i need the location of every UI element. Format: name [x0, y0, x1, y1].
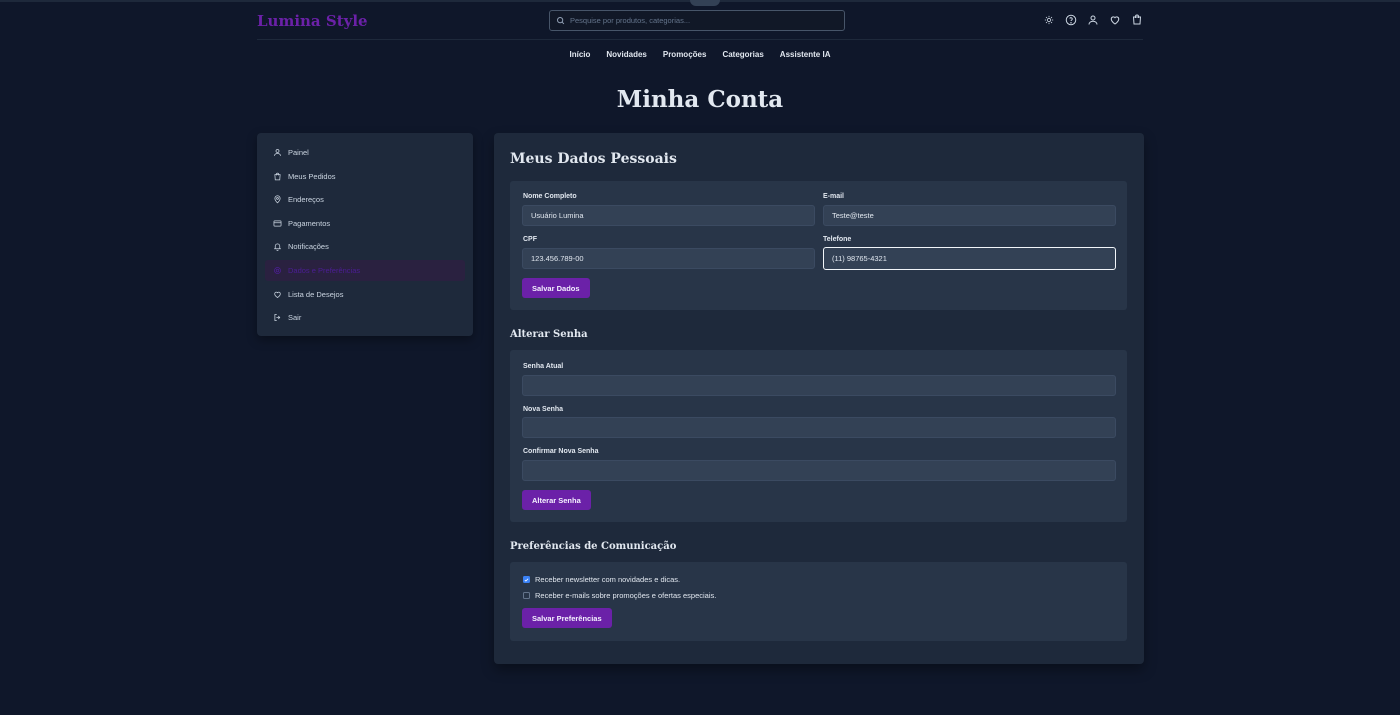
newsletter-option[interactable]: Receber newsletter com novidades e dicas… — [523, 575, 680, 584]
current-password-field[interactable] — [522, 375, 1116, 396]
header-actions — [1042, 13, 1143, 26]
change-password-card: Senha Atual Nova Senha Confirmar Nova Se… — [510, 350, 1127, 522]
preferences-title: Preferências de Comunicação — [510, 541, 677, 552]
account-sidebar: Painel Meus Pedidos Endereços Pagamentos… — [257, 133, 473, 336]
name-field[interactable] — [522, 205, 815, 226]
newsletter-checkbox[interactable] — [523, 576, 530, 583]
user-icon — [272, 148, 282, 158]
confirm-password-field[interactable] — [522, 460, 1116, 481]
newsletter-label: Receber newsletter com novidades e dicas… — [535, 575, 681, 584]
sidebar-item-sair[interactable]: Sair — [265, 307, 465, 328]
save-data-button[interactable]: Salvar Dados — [522, 278, 590, 298]
change-password-title: Alterar Senha — [510, 329, 588, 340]
email-field[interactable] — [823, 205, 1116, 226]
personal-data-card: Nome Completo E-mail CPF Telefone Salvar… — [510, 181, 1127, 310]
sidebar-item-label: Dados e Preferências — [288, 265, 361, 275]
nav-item-novidades[interactable]: Novidades — [606, 50, 646, 59]
check-icon — [524, 577, 529, 582]
sidebar-item-notificacoes[interactable]: Notificações — [265, 236, 465, 257]
bell-icon — [272, 242, 282, 252]
account-main-panel: Meus Dados Pessoais Nome Completo E-mail… — [494, 133, 1144, 664]
settings-icon — [272, 265, 282, 275]
sidebar-item-label: Notificações — [288, 242, 329, 252]
user-icon[interactable] — [1086, 13, 1099, 26]
sidebar-item-label: Sair — [288, 313, 302, 323]
sidebar-item-pagamentos[interactable]: Pagamentos — [265, 213, 465, 234]
shopping-bag-icon[interactable] — [1130, 13, 1143, 26]
sidebar-item-label: Endereços — [288, 195, 324, 205]
main-nav: Início Novidades Promoções Categorias As… — [0, 50, 1400, 59]
sidebar-item-label: Painel — [288, 148, 309, 157]
search-icon — [557, 17, 565, 25]
confirm-password-label: Confirmar Nova Senha — [523, 448, 599, 455]
site-header: Lumina Style — [257, 8, 1143, 40]
sidebar-item-lista-desejos[interactable]: Lista de Desejos — [265, 284, 465, 305]
new-password-label: Nova Senha — [523, 406, 564, 413]
shopping-bag-icon — [272, 171, 282, 181]
heart-icon — [272, 289, 282, 299]
promos-option[interactable]: Receber e-mails sobre promoções e oferta… — [523, 591, 716, 600]
sidebar-item-painel[interactable]: Painel — [265, 142, 465, 163]
sun-icon[interactable] — [1042, 13, 1055, 26]
sidebar-item-label: Pagamentos — [288, 218, 331, 228]
sidebar-item-label: Lista de Desejos — [288, 289, 344, 299]
sidebar-item-dados-preferencias[interactable]: Dados e Preferências — [265, 259, 465, 281]
nav-item-categorias[interactable]: Categorias — [722, 50, 763, 59]
nav-item-assistente-ia[interactable]: Assistente IA — [780, 50, 831, 59]
new-password-field[interactable] — [522, 417, 1116, 438]
phone-field[interactable] — [823, 247, 1116, 270]
search-input[interactable] — [570, 16, 840, 25]
change-password-button[interactable]: Alterar Senha — [522, 490, 591, 510]
name-label: Nome Completo — [523, 193, 577, 200]
map-pin-icon — [272, 195, 282, 205]
nav-item-promocoes[interactable]: Promoções — [663, 50, 707, 59]
search-bar[interactable] — [549, 10, 845, 31]
promos-checkbox[interactable] — [523, 592, 530, 599]
logout-icon — [272, 313, 282, 323]
current-password-label: Senha Atual — [523, 363, 564, 370]
personal-data-title: Meus Dados Pessoais — [510, 151, 677, 167]
sidebar-item-label: Meus Pedidos — [288, 171, 336, 181]
email-label: E-mail — [823, 193, 845, 200]
sidebar-item-enderecos[interactable]: Endereços — [265, 189, 465, 210]
save-preferences-button[interactable]: Salvar Preferências — [522, 608, 612, 628]
credit-card-icon — [272, 218, 282, 228]
nav-item-inicio[interactable]: Início — [570, 50, 591, 59]
help-icon[interactable] — [1064, 13, 1077, 26]
cpf-field[interactable] — [522, 248, 815, 269]
top-tab-handle — [690, 0, 720, 6]
cpf-label: CPF — [523, 236, 537, 243]
heart-icon[interactable] — [1108, 13, 1121, 26]
promos-label: Receber e-mails sobre promoções e oferta… — [535, 591, 717, 600]
sidebar-item-meus-pedidos[interactable]: Meus Pedidos — [265, 166, 465, 187]
page-title: Minha Conta — [616, 86, 784, 113]
logo[interactable]: Lumina Style — [257, 12, 368, 30]
phone-label: Telefone — [823, 236, 852, 243]
preferences-card: Receber newsletter com novidades e dicas… — [510, 562, 1127, 641]
